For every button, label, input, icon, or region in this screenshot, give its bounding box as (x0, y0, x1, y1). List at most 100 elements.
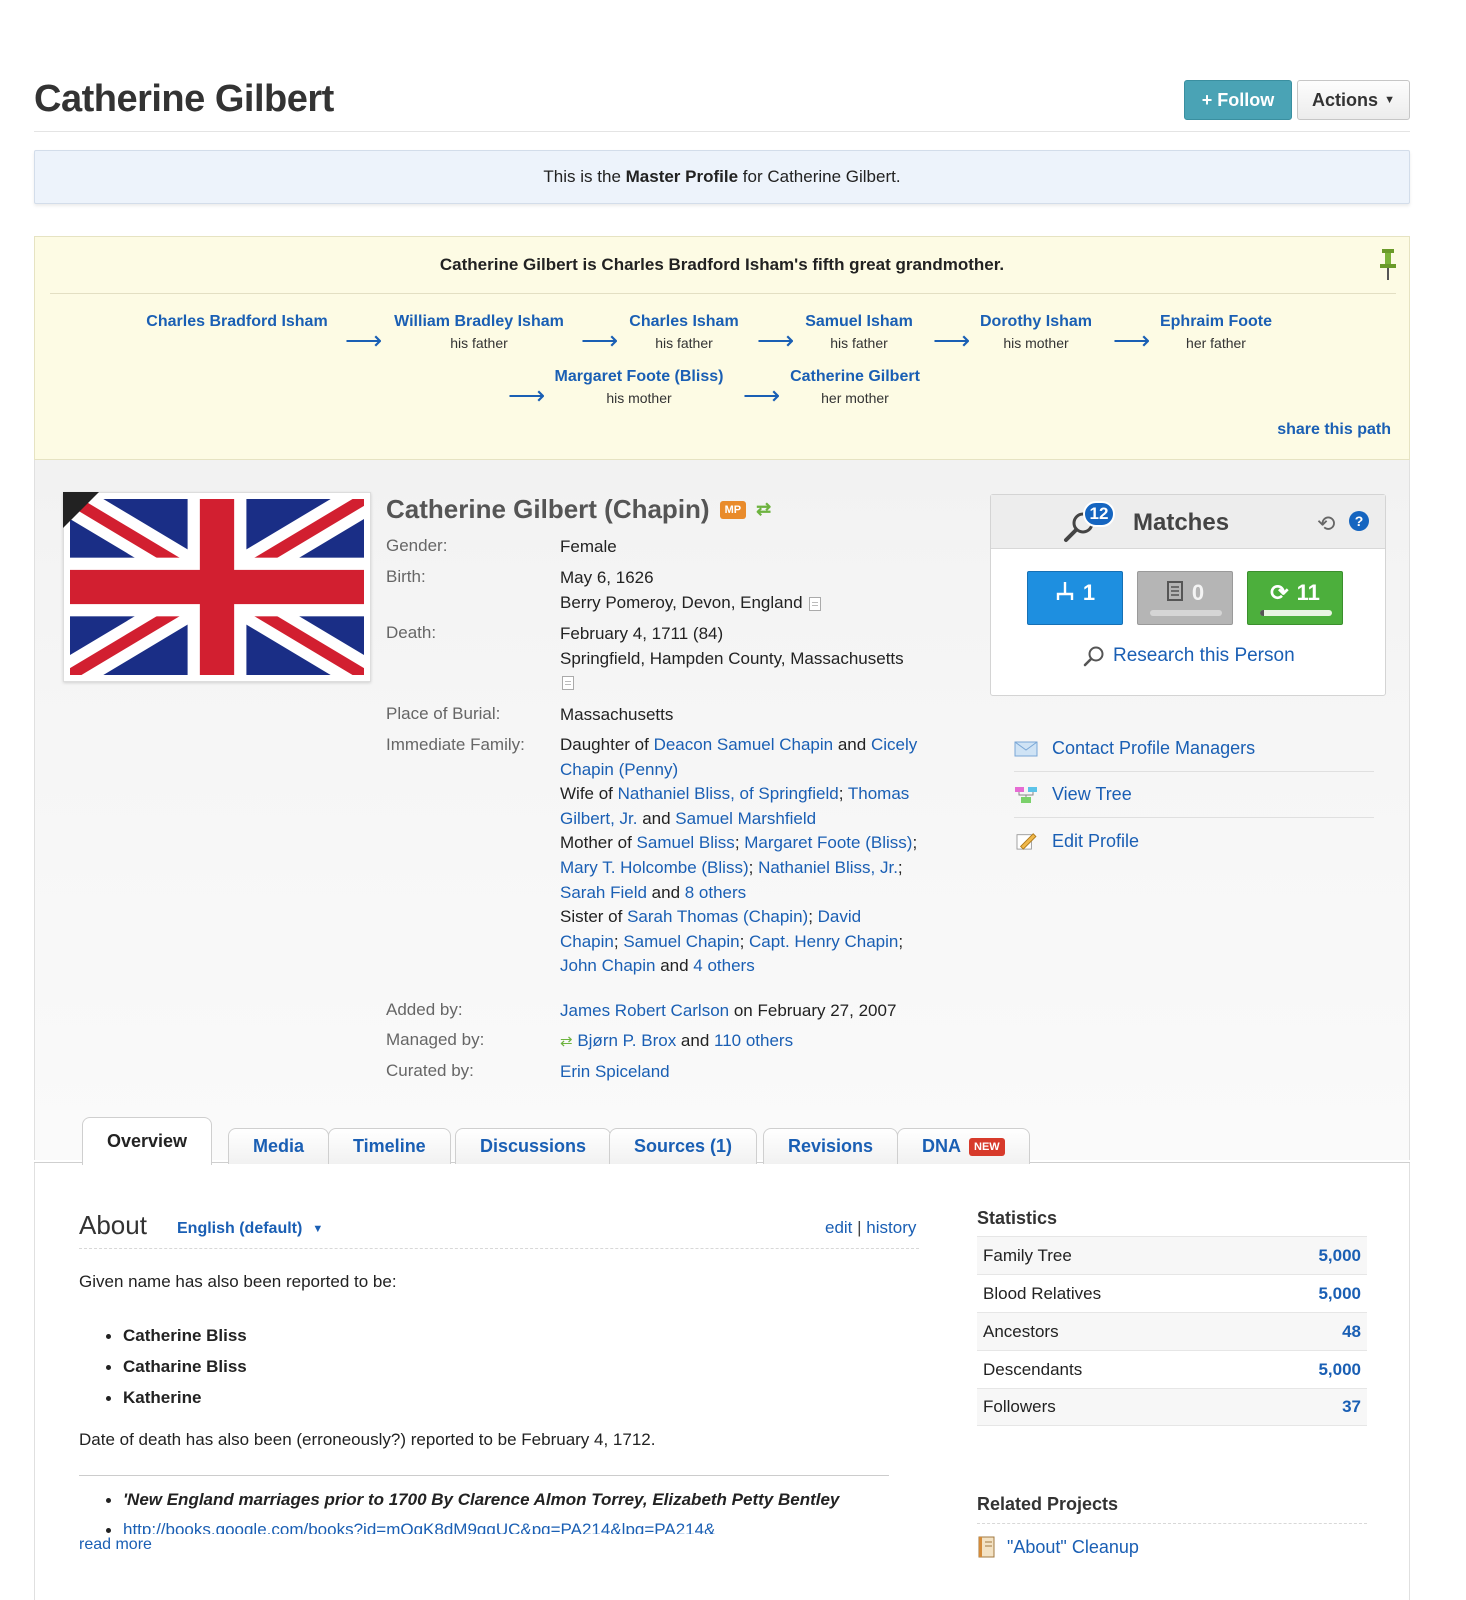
profile-photo[interactable] (61, 484, 373, 690)
family-link[interactable]: Cicely (871, 735, 917, 754)
family-link[interactable]: Samuel Bliss (637, 833, 735, 852)
source-doc-icon[interactable] (562, 675, 574, 690)
help-icon[interactable]: ? (1349, 511, 1369, 531)
stats-label: Blood Relatives (983, 1283, 1102, 1303)
path-node-name[interactable]: Margaret Foote (Bliss) (529, 368, 749, 386)
master-profile-notice: This is the Master Profile for Catherine… (34, 150, 1410, 204)
path-node[interactable]: William Bradley Isham his father (369, 313, 589, 351)
read-more-link[interactable]: read more (79, 1536, 152, 1554)
edit-link[interactable]: edit (825, 1218, 852, 1237)
alt-name: Katherine (123, 1388, 202, 1407)
relationship-title: Catherine Gilbert is Charles Bradford Is… (439, 255, 1005, 274)
edit-profile-link[interactable]: Edit Profile (1014, 818, 1374, 864)
family-link[interactable]: Gilbert, Jr. (560, 809, 637, 828)
side-link-label[interactable]: Edit Profile (1052, 831, 1139, 852)
contact-managers-link[interactable]: Contact Profile Managers (1014, 726, 1374, 772)
family-link[interactable]: Margaret Foote (Bliss) (744, 833, 912, 852)
path-node-name[interactable]: Catherine Gilbert (745, 368, 965, 386)
view-tree-link[interactable]: View Tree (1014, 772, 1374, 818)
search-icon (1083, 646, 1104, 667)
share-path-link[interactable]: share this path (1277, 421, 1391, 439)
research-person-label[interactable]: Research this Person (1113, 645, 1295, 667)
stats-row: Ancestors 48 (977, 1312, 1367, 1350)
tab-dna[interactable]: DNA NEW (897, 1128, 1030, 1164)
stats-value[interactable]: 5,000 (1318, 1246, 1361, 1266)
about-intro: Given name has also been reported to be: (79, 1272, 397, 1291)
actions-button[interactable]: Actions ▼ (1297, 80, 1410, 120)
pin-icon[interactable] (1378, 249, 1398, 281)
family-link[interactable]: Sarah Field (560, 883, 647, 902)
tab-timeline[interactable]: Timeline (328, 1128, 451, 1164)
stats-value[interactable]: 48 (1342, 1322, 1361, 1342)
side-link-label[interactable]: View Tree (1052, 784, 1132, 805)
path-divider (50, 293, 1396, 294)
path-node-name[interactable]: William Bradley Isham (369, 313, 589, 331)
related-project-label[interactable]: "About" Cleanup (1007, 1537, 1139, 1558)
family-link[interactable]: 4 others (693, 956, 754, 975)
tree-matches-button[interactable]: 1 (1027, 571, 1123, 625)
curator-link[interactable]: Erin Spiceland (560, 1062, 670, 1081)
family-link[interactable]: Mary T. Holcombe (Bliss) (560, 858, 749, 877)
language-value: English (default) (177, 1220, 303, 1237)
tab-label: Discussions (480, 1136, 587, 1156)
tab-media[interactable]: Media (228, 1128, 330, 1164)
family-link[interactable]: Nathaniel Bliss, of Springfield (618, 784, 839, 803)
family-link[interactable]: Samuel Marshfield (675, 809, 816, 828)
language-select[interactable]: English (default) ▼ (177, 1220, 323, 1238)
history-link[interactable]: history (866, 1218, 916, 1237)
path-node[interactable]: Margaret Foote (Bliss) his mother (529, 368, 749, 406)
read-more-label[interactable]: read more (79, 1536, 152, 1553)
path-node-name[interactable]: Ephraim Foote (1106, 313, 1326, 331)
path-node-relation: his mother (606, 390, 672, 406)
added-by-label: Added by: (386, 1000, 463, 1019)
follow-button[interactable]: + Follow (1184, 80, 1292, 120)
source-doc-icon[interactable] (808, 596, 821, 611)
smart-matches-button[interactable]: ⟳ 11 (1247, 571, 1343, 625)
family-link[interactable]: Nathaniel Bliss, Jr. (758, 858, 898, 877)
tab-label: Revisions (788, 1136, 874, 1156)
family-link[interactable]: Chapin (560, 932, 614, 951)
curated-by-value: Erin Spiceland (560, 1059, 670, 1084)
managers-others-link[interactable]: 110 others (714, 1031, 793, 1050)
tab-sources[interactable]: Sources (1) (609, 1128, 758, 1164)
family-link[interactable]: Deacon Samuel Chapin (654, 735, 834, 754)
stats-value[interactable]: 37 (1342, 1397, 1361, 1417)
added-on-text: on February 27, 2007 (729, 1001, 897, 1020)
source-link[interactable]: http://books.google.com/books?id=mOqK8dM… (123, 1520, 715, 1534)
added-by-link[interactable]: James Robert Carlson (560, 1001, 729, 1020)
path-node-name[interactable]: Charles Bradford Isham (127, 313, 347, 331)
matches-count-badge[interactable]: 12 (1083, 501, 1115, 527)
family-link[interactable]: Sarah Thomas (Chapin) (627, 907, 808, 926)
family-link[interactable]: Chapin (Penny) (560, 760, 678, 779)
family-link[interactable]: David (818, 907, 861, 926)
path-node[interactable]: Ephraim Foote her father (1106, 313, 1326, 351)
tab-discussions[interactable]: Discussions (455, 1128, 612, 1164)
smart-progress-bar (1260, 610, 1332, 616)
family-link[interactable]: Samuel Chapin (623, 932, 739, 951)
refresh-icon[interactable]: ⟲ (1317, 511, 1335, 537)
family-link[interactable]: 8 others (685, 883, 746, 902)
record-progress-bar (1150, 610, 1222, 616)
family-link[interactable]: Capt. Henry Chapin (749, 932, 898, 951)
stats-value[interactable]: 5,000 (1318, 1284, 1361, 1304)
matches-title[interactable]: Matches (1133, 509, 1229, 537)
record-matches-button[interactable]: 0 (1137, 571, 1233, 625)
tab-label: Overview (107, 1131, 188, 1151)
source-item: 'New England marriages prior to 1700 By … (106, 1490, 839, 1510)
master-profile-badge[interactable]: MP (719, 500, 747, 519)
tab-revisions[interactable]: Revisions (763, 1128, 899, 1164)
manager-link[interactable]: Bjørn P. Brox (577, 1031, 676, 1050)
stats-value[interactable]: 5,000 (1318, 1360, 1361, 1380)
family-link[interactable]: Thomas (848, 784, 909, 803)
family-link[interactable]: John Chapin (560, 956, 655, 975)
side-link-label[interactable]: Contact Profile Managers (1052, 738, 1255, 759)
path-node[interactable]: Catherine Gilbert her mother (745, 368, 965, 406)
birth-label: Birth: (386, 567, 426, 586)
path-node[interactable]: Charles Bradford Isham (127, 313, 347, 331)
death-source[interactable] (562, 672, 574, 692)
tab-overview[interactable]: Overview (82, 1117, 213, 1165)
pencil-icon (1016, 833, 1037, 850)
research-person-link[interactable]: Research this Person (1083, 645, 1295, 667)
related-project-link[interactable]: "About" Cleanup (977, 1536, 1139, 1558)
burial-label: Place of Burial: (386, 704, 501, 723)
